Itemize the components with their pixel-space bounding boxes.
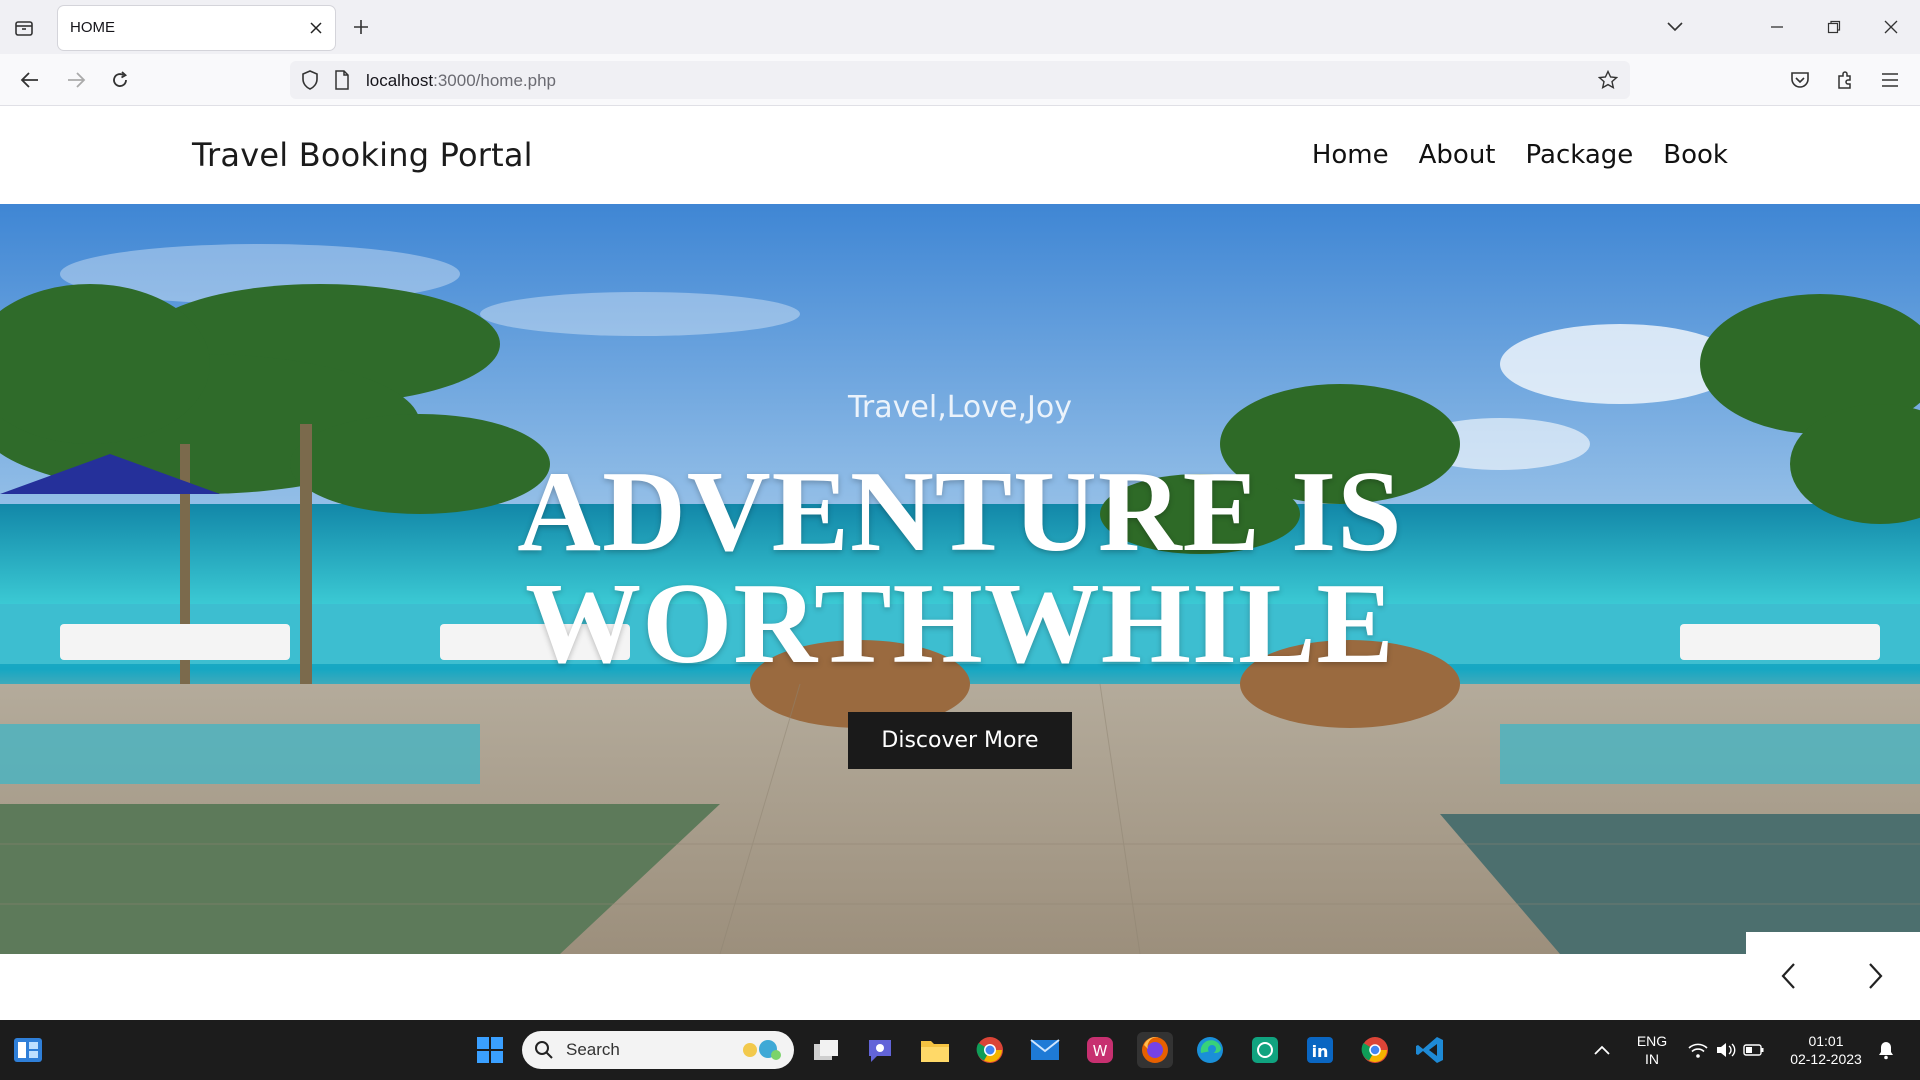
svg-text:W: W xyxy=(1093,1042,1108,1060)
menu-item-book[interactable]: Book xyxy=(1663,140,1728,170)
hero-slider: Travel,Love,Joy ADVENTURE IS WORTHWHILE … xyxy=(0,204,1920,954)
file-explorer-icon[interactable] xyxy=(917,1032,953,1068)
battery-icon[interactable] xyxy=(1736,1032,1772,1068)
discover-more-button[interactable]: Discover More xyxy=(848,712,1072,769)
tab-title: HOME xyxy=(70,19,115,36)
linkedin-icon[interactable]: in xyxy=(1302,1032,1338,1068)
slider-controls xyxy=(1746,932,1920,1018)
close-tab-icon[interactable] xyxy=(307,19,325,37)
close-window-icon[interactable] xyxy=(1876,12,1906,42)
pocket-icon[interactable] xyxy=(1784,64,1816,96)
page-icon[interactable] xyxy=(332,70,352,90)
hero-headline-line1: ADVENTURE IS xyxy=(517,448,1403,576)
minimize-icon[interactable] xyxy=(1762,12,1792,42)
menu-item-home[interactable]: Home xyxy=(1312,140,1389,170)
chrome-profile-icon[interactable] xyxy=(1357,1032,1393,1068)
tab-list-icon[interactable] xyxy=(10,14,38,42)
slider-next-icon[interactable] xyxy=(1858,958,1894,994)
restore-icon[interactable] xyxy=(1819,12,1849,42)
site-brand[interactable]: Travel Booking Portal xyxy=(192,136,533,174)
back-arrow-icon[interactable] xyxy=(14,64,46,96)
chevron-up-icon[interactable] xyxy=(1584,1032,1620,1068)
wps-office-icon[interactable]: W xyxy=(1082,1032,1118,1068)
hero-headline-line2: WORTHWHILE xyxy=(525,560,1395,688)
menu-item-about[interactable]: About xyxy=(1419,140,1496,170)
browser-tab-active[interactable]: HOME xyxy=(58,6,335,50)
shield-icon[interactable] xyxy=(300,70,320,90)
chatgpt-icon[interactable] xyxy=(1247,1032,1283,1068)
mail-icon[interactable] xyxy=(1027,1032,1063,1068)
notification-bell-icon[interactable] xyxy=(1868,1032,1904,1068)
main-menu: Home About Package Book xyxy=(1312,140,1728,170)
menu-hamburger-icon[interactable] xyxy=(1874,64,1906,96)
new-tab-icon[interactable] xyxy=(348,14,374,40)
taskbar-search-placeholder: Search xyxy=(566,1040,620,1059)
language-indicator[interactable]: ENG IN xyxy=(1636,1032,1668,1068)
url-path: :3000/home.php xyxy=(433,71,556,90)
widgets-icon[interactable] xyxy=(10,1032,46,1068)
bookmark-star-icon[interactable] xyxy=(1598,70,1618,90)
vscode-icon[interactable] xyxy=(1412,1032,1448,1068)
windows-taskbar: Search W in ENG IN 01:01 02-12-2023 xyxy=(0,1020,1920,1080)
chevron-down-icon[interactable] xyxy=(1660,12,1690,42)
firefox-icon[interactable] xyxy=(1137,1032,1173,1068)
edge-icon[interactable] xyxy=(1192,1032,1228,1068)
address-bar[interactable]: localhost:3000/home.php xyxy=(290,61,1630,99)
url-host: localhost xyxy=(366,71,434,90)
forward-arrow-icon[interactable] xyxy=(60,64,92,96)
hero-tagline: Travel,Love,Joy xyxy=(848,390,1072,425)
search-highlight-icon xyxy=(736,1037,786,1067)
clock-date: 02-12-2023 xyxy=(1790,1051,1862,1067)
browser-tab-bar: HOME xyxy=(0,0,1920,54)
site-header: Travel Booking Portal Home About Package… xyxy=(0,106,1920,204)
taskbar-search-box[interactable]: Search xyxy=(522,1031,794,1069)
menu-item-package[interactable]: Package xyxy=(1526,140,1634,170)
chrome-icon[interactable] xyxy=(972,1032,1008,1068)
extensions-icon[interactable] xyxy=(1829,64,1861,96)
clock-time: 01:01 xyxy=(1808,1033,1844,1049)
url-text[interactable]: localhost:3000/home.php xyxy=(366,71,556,91)
task-view-icon[interactable] xyxy=(808,1032,844,1068)
region-code: IN xyxy=(1645,1051,1659,1067)
browser-nav-bar: localhost:3000/home.php xyxy=(0,54,1920,106)
windows-start-icon[interactable] xyxy=(472,1032,508,1068)
teams-chat-icon[interactable] xyxy=(862,1032,898,1068)
slider-prev-icon[interactable] xyxy=(1770,958,1806,994)
clock[interactable]: 01:01 02-12-2023 xyxy=(1780,1032,1872,1068)
language-code: ENG xyxy=(1636,1033,1668,1049)
svg-text:in: in xyxy=(1312,1042,1329,1061)
search-icon xyxy=(534,1040,554,1064)
hero-headline: ADVENTURE IS WORTHWHILE xyxy=(0,454,1920,682)
reload-icon[interactable] xyxy=(104,64,136,96)
